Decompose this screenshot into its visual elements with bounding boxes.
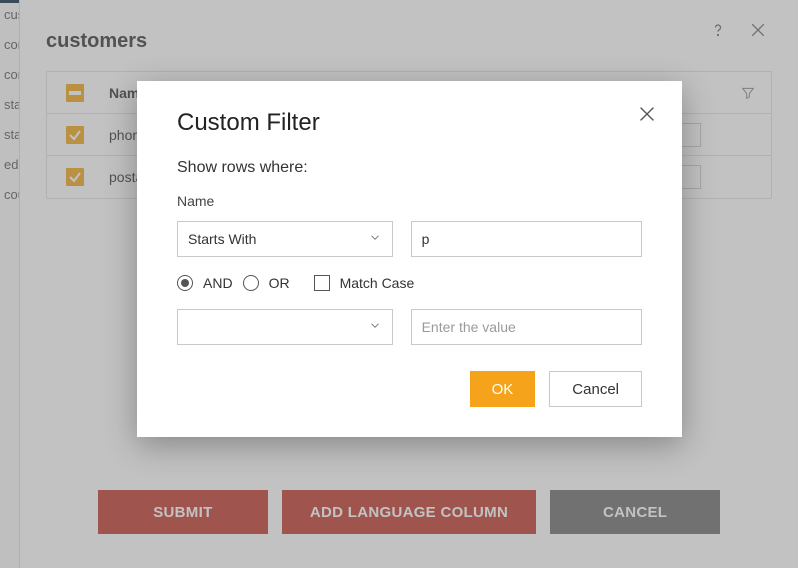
or-radio[interactable] [243, 275, 259, 291]
condition1-operator-select[interactable]: Starts With [177, 221, 393, 257]
select-value: Starts With [188, 231, 256, 247]
condition2-value-input[interactable] [411, 309, 642, 345]
chevron-down-icon [368, 231, 382, 248]
close-icon[interactable] [636, 103, 658, 128]
field-label: Name [177, 193, 642, 209]
and-radio[interactable] [177, 275, 193, 291]
cancel-modal-button[interactable]: Cancel [549, 371, 642, 407]
match-case-label: Match Case [340, 275, 415, 291]
dialog-title: Custom Filter [177, 109, 642, 137]
ok-button[interactable]: OK [470, 371, 536, 407]
and-label: AND [203, 275, 233, 291]
custom-filter-dialog: Custom Filter Show rows where: Name Star… [137, 81, 682, 437]
match-case-checkbox[interactable] [314, 275, 330, 291]
dialog-subtitle: Show rows where: [177, 159, 642, 177]
condition1-value-input[interactable] [411, 221, 642, 257]
chevron-down-icon [368, 319, 382, 336]
condition2-operator-select[interactable] [177, 309, 393, 345]
or-label: OR [269, 275, 290, 291]
